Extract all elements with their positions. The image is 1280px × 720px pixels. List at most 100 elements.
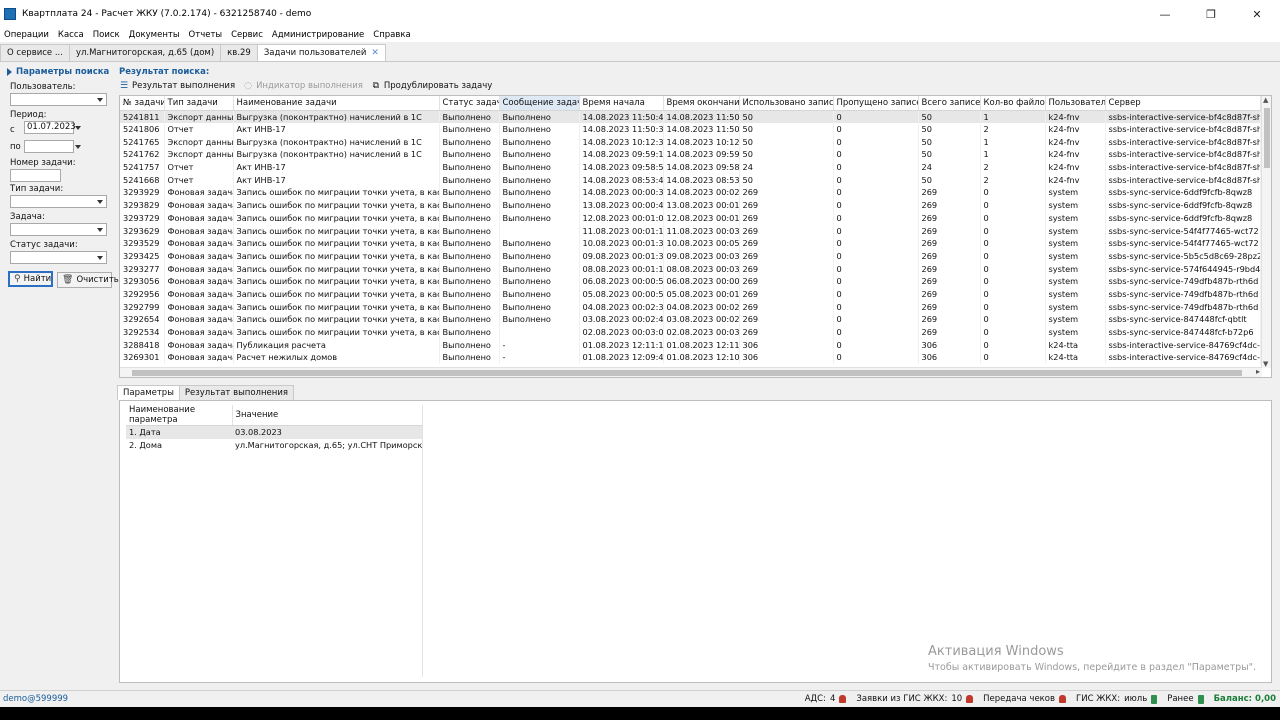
task-select[interactable] (10, 223, 107, 236)
table-row[interactable]: 5241806 Отчет Акт ИНВ-17 Выполнено Выполнено… (120, 122, 1261, 136)
close-window-button[interactable]: ✕ (1234, 0, 1280, 28)
current-user[interactable]: demo@599999 (3, 694, 68, 704)
server-cell: ssbs-interactive-service-bf4c8d87f-sh5kp (1105, 160, 1261, 174)
total-records-cell: 50 (918, 135, 981, 149)
column-header-task-message[interactable]: Сообщение задачи (499, 96, 580, 111)
tab-house[interactable]: ул.Магнитогорская, д.65 (дом) (68, 44, 222, 61)
column-header-total-records[interactable]: Всего записей (918, 96, 981, 111)
scroll-right-icon[interactable]: ▸ (1256, 367, 1260, 376)
app-icon (4, 8, 16, 20)
tab-about-service[interactable]: О сервисе ... (0, 44, 70, 61)
task-status-select[interactable] (10, 251, 107, 264)
table-row[interactable]: 3293929 Фоновая задача Запись ошибок по ми… (120, 186, 1261, 199)
period-from-dropdown[interactable] (74, 121, 84, 134)
ads-count: 4 (829, 694, 836, 704)
tasks-horizontal-scrollbar[interactable]: ▸ (120, 367, 1262, 377)
column-header-task-name[interactable]: Наименование задачи (233, 96, 440, 111)
checks-transfer-indicator[interactable]: Передача чеков (983, 694, 1067, 704)
earlier-indicator[interactable]: Ранее (1167, 694, 1204, 704)
column-header-used-records[interactable]: Использовано записей (739, 96, 834, 111)
column-header-user[interactable]: Пользователь (1045, 96, 1106, 111)
table-row[interactable]: 2. Дома ул.Магнитогорская, д.65; ул.СНТ … (126, 439, 422, 452)
gis-requests-indicator[interactable]: Заявки из ГИС ЖКХ: 10 (856, 694, 974, 704)
period-from-input[interactable]: 01.07.2023 (24, 121, 76, 134)
column-header[interactable]: Значение (232, 405, 423, 426)
ads-indicator[interactable]: АДС: 4 (805, 694, 847, 704)
task-number-input[interactable] (10, 169, 61, 182)
task-name-cell: Запись ошибок по миграции точки учета, в… (233, 224, 440, 237)
user-cell: system (1045, 236, 1106, 250)
server-cell: ssbs-sync-service-6ddf9fcfb-8qwz8 (1105, 186, 1261, 199)
table-row[interactable]: 5241765 Экспорт данных Выгрузка (поконтрак… (120, 135, 1261, 149)
tasks-vertical-scrollbar[interactable]: ▲ ▼ (1261, 96, 1271, 368)
table-row[interactable]: 5241757 Отчет Акт ИНВ-17 Выполнено Выполнено… (120, 160, 1261, 174)
column-header-server[interactable]: Сервер (1105, 96, 1261, 111)
progress-indicator-button[interactable]: ◌ Индикатор выполнения (243, 81, 363, 91)
menu-reports[interactable]: Отчеты (185, 30, 228, 40)
task-type-select[interactable] (10, 195, 107, 208)
period-to-input[interactable] (24, 140, 74, 153)
table-row[interactable]: 3293277 Фоновая задача Запись ошибок по ми… (120, 262, 1261, 275)
menu-documents[interactable]: Документы (125, 30, 185, 40)
table-row[interactable]: 3269301 Фоновая задача Расчет нежилых домо… (120, 351, 1261, 364)
column-header-skipped-records[interactable]: Пропущено записей (833, 96, 919, 111)
user-cell: system (1045, 313, 1106, 326)
column-header-task-type[interactable]: Тип задачи (164, 96, 234, 111)
table-row[interactable]: 3292534 Фоновая задача Запись ошибок по ми… (120, 325, 1261, 339)
collapse-arrow-icon (7, 68, 12, 76)
close-tab-icon[interactable]: ✕ (371, 48, 379, 58)
minimize-button[interactable]: — (1142, 0, 1188, 28)
gis-period-indicator[interactable]: ГИС ЖКХ: июль (1076, 694, 1158, 704)
tab-apartment[interactable]: кв.29 (220, 44, 258, 61)
menu-search[interactable]: Поиск (89, 30, 125, 40)
scrollbar-thumb[interactable] (132, 370, 1242, 376)
table-row[interactable]: 3293729 Фоновая задача Запись ошибок по ми… (120, 211, 1261, 225)
search-panel-header[interactable]: Параметры поиска (7, 67, 109, 77)
table-row[interactable]: 3293829 Фоновая задача Запись ошибок по ми… (120, 198, 1261, 212)
duplicate-task-button[interactable]: ⧉ Продублировать задачу (371, 81, 493, 91)
column-header[interactable]: Наименование параметра (126, 405, 233, 426)
menu-administration[interactable]: Администрирование (268, 30, 369, 40)
server-cell: ssbs-sync-service-5b5c5d8c69-28pz2 (1105, 249, 1261, 263)
table-row[interactable]: 5241811 Экспорт данных Выгрузка (поконтрак… (120, 110, 1261, 123)
search-icon: ⚲ (14, 274, 21, 284)
table-row[interactable]: 5241762 Экспорт данных Выгрузка (поконтрак… (120, 148, 1261, 161)
table-row[interactable]: 3293425 Фоновая задача Запись ошибок по ми… (120, 249, 1261, 263)
scrollbar-thumb[interactable] (1264, 108, 1270, 168)
task-status-cell: Выполнено (439, 173, 500, 187)
menu-operations[interactable]: Операции (0, 30, 54, 40)
period-to-dropdown[interactable] (74, 140, 84, 153)
table-row[interactable]: 3293056 Фоновая задача Запись ошибок по ми… (120, 274, 1261, 288)
tab-parameters[interactable]: Параметры (117, 385, 180, 400)
column-header-task-number[interactable]: № задачи (120, 96, 165, 111)
execution-result-button[interactable]: ☰ Результат выполнения (119, 81, 235, 91)
task-status-cell: Выполнено (439, 338, 500, 352)
maximize-button[interactable]: ❐ (1188, 0, 1234, 28)
column-header-start-time[interactable]: Время начала (579, 96, 664, 111)
skipped-records-cell: 0 (833, 122, 919, 136)
scroll-down-icon[interactable]: ▼ (1263, 360, 1268, 368)
table-row[interactable]: 1. Дата 03.08.2023 (126, 425, 422, 439)
table-row[interactable]: 3292654 Фоновая задача Запись ошибок по ми… (120, 313, 1261, 326)
scroll-up-icon[interactable]: ▲ (1263, 96, 1268, 104)
table-row[interactable]: 3292799 Фоновая задача Запись ошибок по ми… (120, 300, 1261, 313)
menu-help[interactable]: Справка (369, 30, 415, 40)
column-header-files-count[interactable]: Кол-во файлов (980, 96, 1046, 111)
trash-icon: 🗑 (62, 275, 74, 285)
table-row[interactable]: 3293529 Фоновая задача Запись ошибок по ми… (120, 236, 1261, 250)
menu-cash[interactable]: Касса (54, 30, 89, 40)
table-row[interactable]: 3288418 Фоновая задача Публикация расчета В… (120, 338, 1261, 352)
menu-service[interactable]: Сервис (227, 30, 268, 40)
user-select[interactable] (10, 93, 107, 106)
table-row[interactable]: 3292956 Фоновая задача Запись ошибок по ми… (120, 287, 1261, 301)
tab-execution-result[interactable]: Результат выполнения (178, 385, 294, 400)
find-button[interactable]: ⚲ Найти (8, 271, 53, 287)
column-header-end-time[interactable]: Время окончания (663, 96, 740, 111)
clear-button[interactable]: 🗑 Очистить (57, 272, 119, 288)
table-row[interactable]: 3293629 Фоновая задача Запись ошибок по ми… (120, 224, 1261, 237)
column-header-task-status[interactable]: Статус задачи (439, 96, 500, 111)
balance[interactable]: Баланс: 0,00 (1214, 694, 1276, 704)
tab-user-tasks[interactable]: Задачи пользователей ✕ (256, 44, 386, 61)
table-row[interactable]: 5241668 Отчет Акт ИНВ-17 Выполнено Выполнено… (120, 173, 1261, 187)
server-cell: ssbs-sync-service-749dfb487b-rth6d (1105, 287, 1261, 301)
